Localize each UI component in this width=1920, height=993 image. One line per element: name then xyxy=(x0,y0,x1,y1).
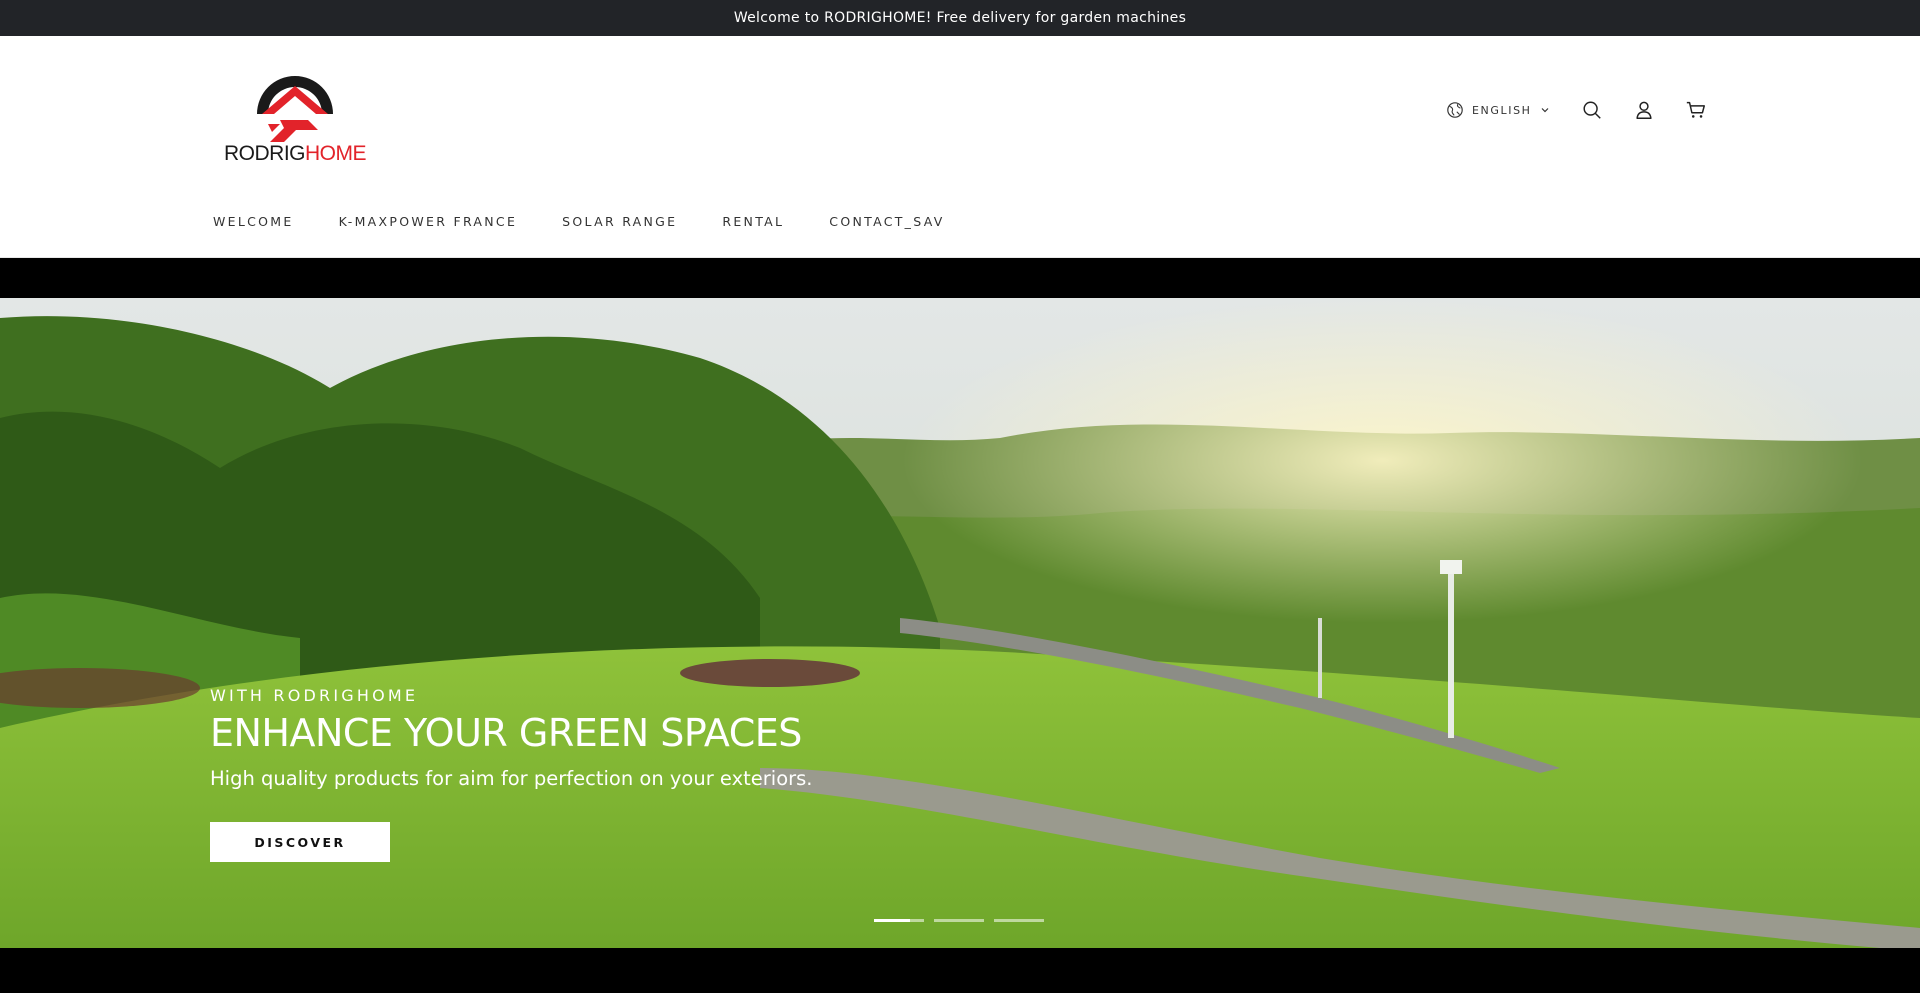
hero-title: ENHANCE YOUR GREEN SPACES xyxy=(210,711,802,755)
logo-mark-icon xyxy=(257,76,333,142)
slide-indicator-3[interactable] xyxy=(994,919,1044,922)
chevron-down-icon xyxy=(1541,108,1548,113)
cart-icon xyxy=(1686,101,1705,118)
account-icon xyxy=(1635,101,1652,119)
logo-text: RODRIGHOME xyxy=(222,142,368,166)
hero-content: WITH RODRIGHOME ENHANCE YOUR GREEN SPACE… xyxy=(210,686,813,862)
search-icon xyxy=(1583,101,1601,119)
globe-icon xyxy=(1447,102,1463,118)
hero-subtitle: High quality products for aim for perfec… xyxy=(210,767,813,790)
language-label: ENGLISH xyxy=(1472,103,1532,117)
hero-eyebrow: WITH RODRIGHOME xyxy=(210,686,419,705)
slideshow-pagination xyxy=(874,919,1044,922)
discover-button[interactable]: DISCOVER xyxy=(210,822,390,862)
nav-item-solar-range[interactable]: SOLAR RANGE xyxy=(562,214,677,229)
nav-item-k-maxpower-france[interactable]: K-MAXPOWER FRANCE xyxy=(339,214,518,229)
main-nav: WELCOME K-MAXPOWER FRANCE SOLAR RANGE RE… xyxy=(213,214,945,229)
nav-item-rental[interactable]: RENTAL xyxy=(722,214,784,229)
language-selector[interactable]: ENGLISH xyxy=(1446,101,1550,119)
cart-button[interactable] xyxy=(1684,98,1708,122)
search-button[interactable] xyxy=(1580,98,1604,122)
logo[interactable]: RODRIGHOME xyxy=(222,68,368,168)
slide-indicator-2[interactable] xyxy=(934,919,984,922)
account-button[interactable] xyxy=(1632,98,1656,122)
header-actions: ENGLISH xyxy=(1446,98,1708,122)
site-header: RODRIGHOME ENGLISH WELCOME K-MAXPOWER FR… xyxy=(0,36,1920,258)
announcement-bar: Welcome to RODRIGHOME! Free delivery for… xyxy=(0,0,1920,36)
hero-slideshow: WITH RODRIGHOME ENHANCE YOUR GREEN SPACE… xyxy=(0,298,1920,948)
nav-item-contact-sav[interactable]: CONTACT_SAV xyxy=(829,214,944,229)
logo-text-part2: HOME xyxy=(305,142,367,165)
logo-text-part1: RODRIG xyxy=(224,142,306,165)
nav-item-welcome[interactable]: WELCOME xyxy=(213,214,294,229)
announcement-text: Welcome to RODRIGHOME! Free delivery for… xyxy=(733,10,1187,26)
slide-indicator-1[interactable] xyxy=(874,919,924,922)
